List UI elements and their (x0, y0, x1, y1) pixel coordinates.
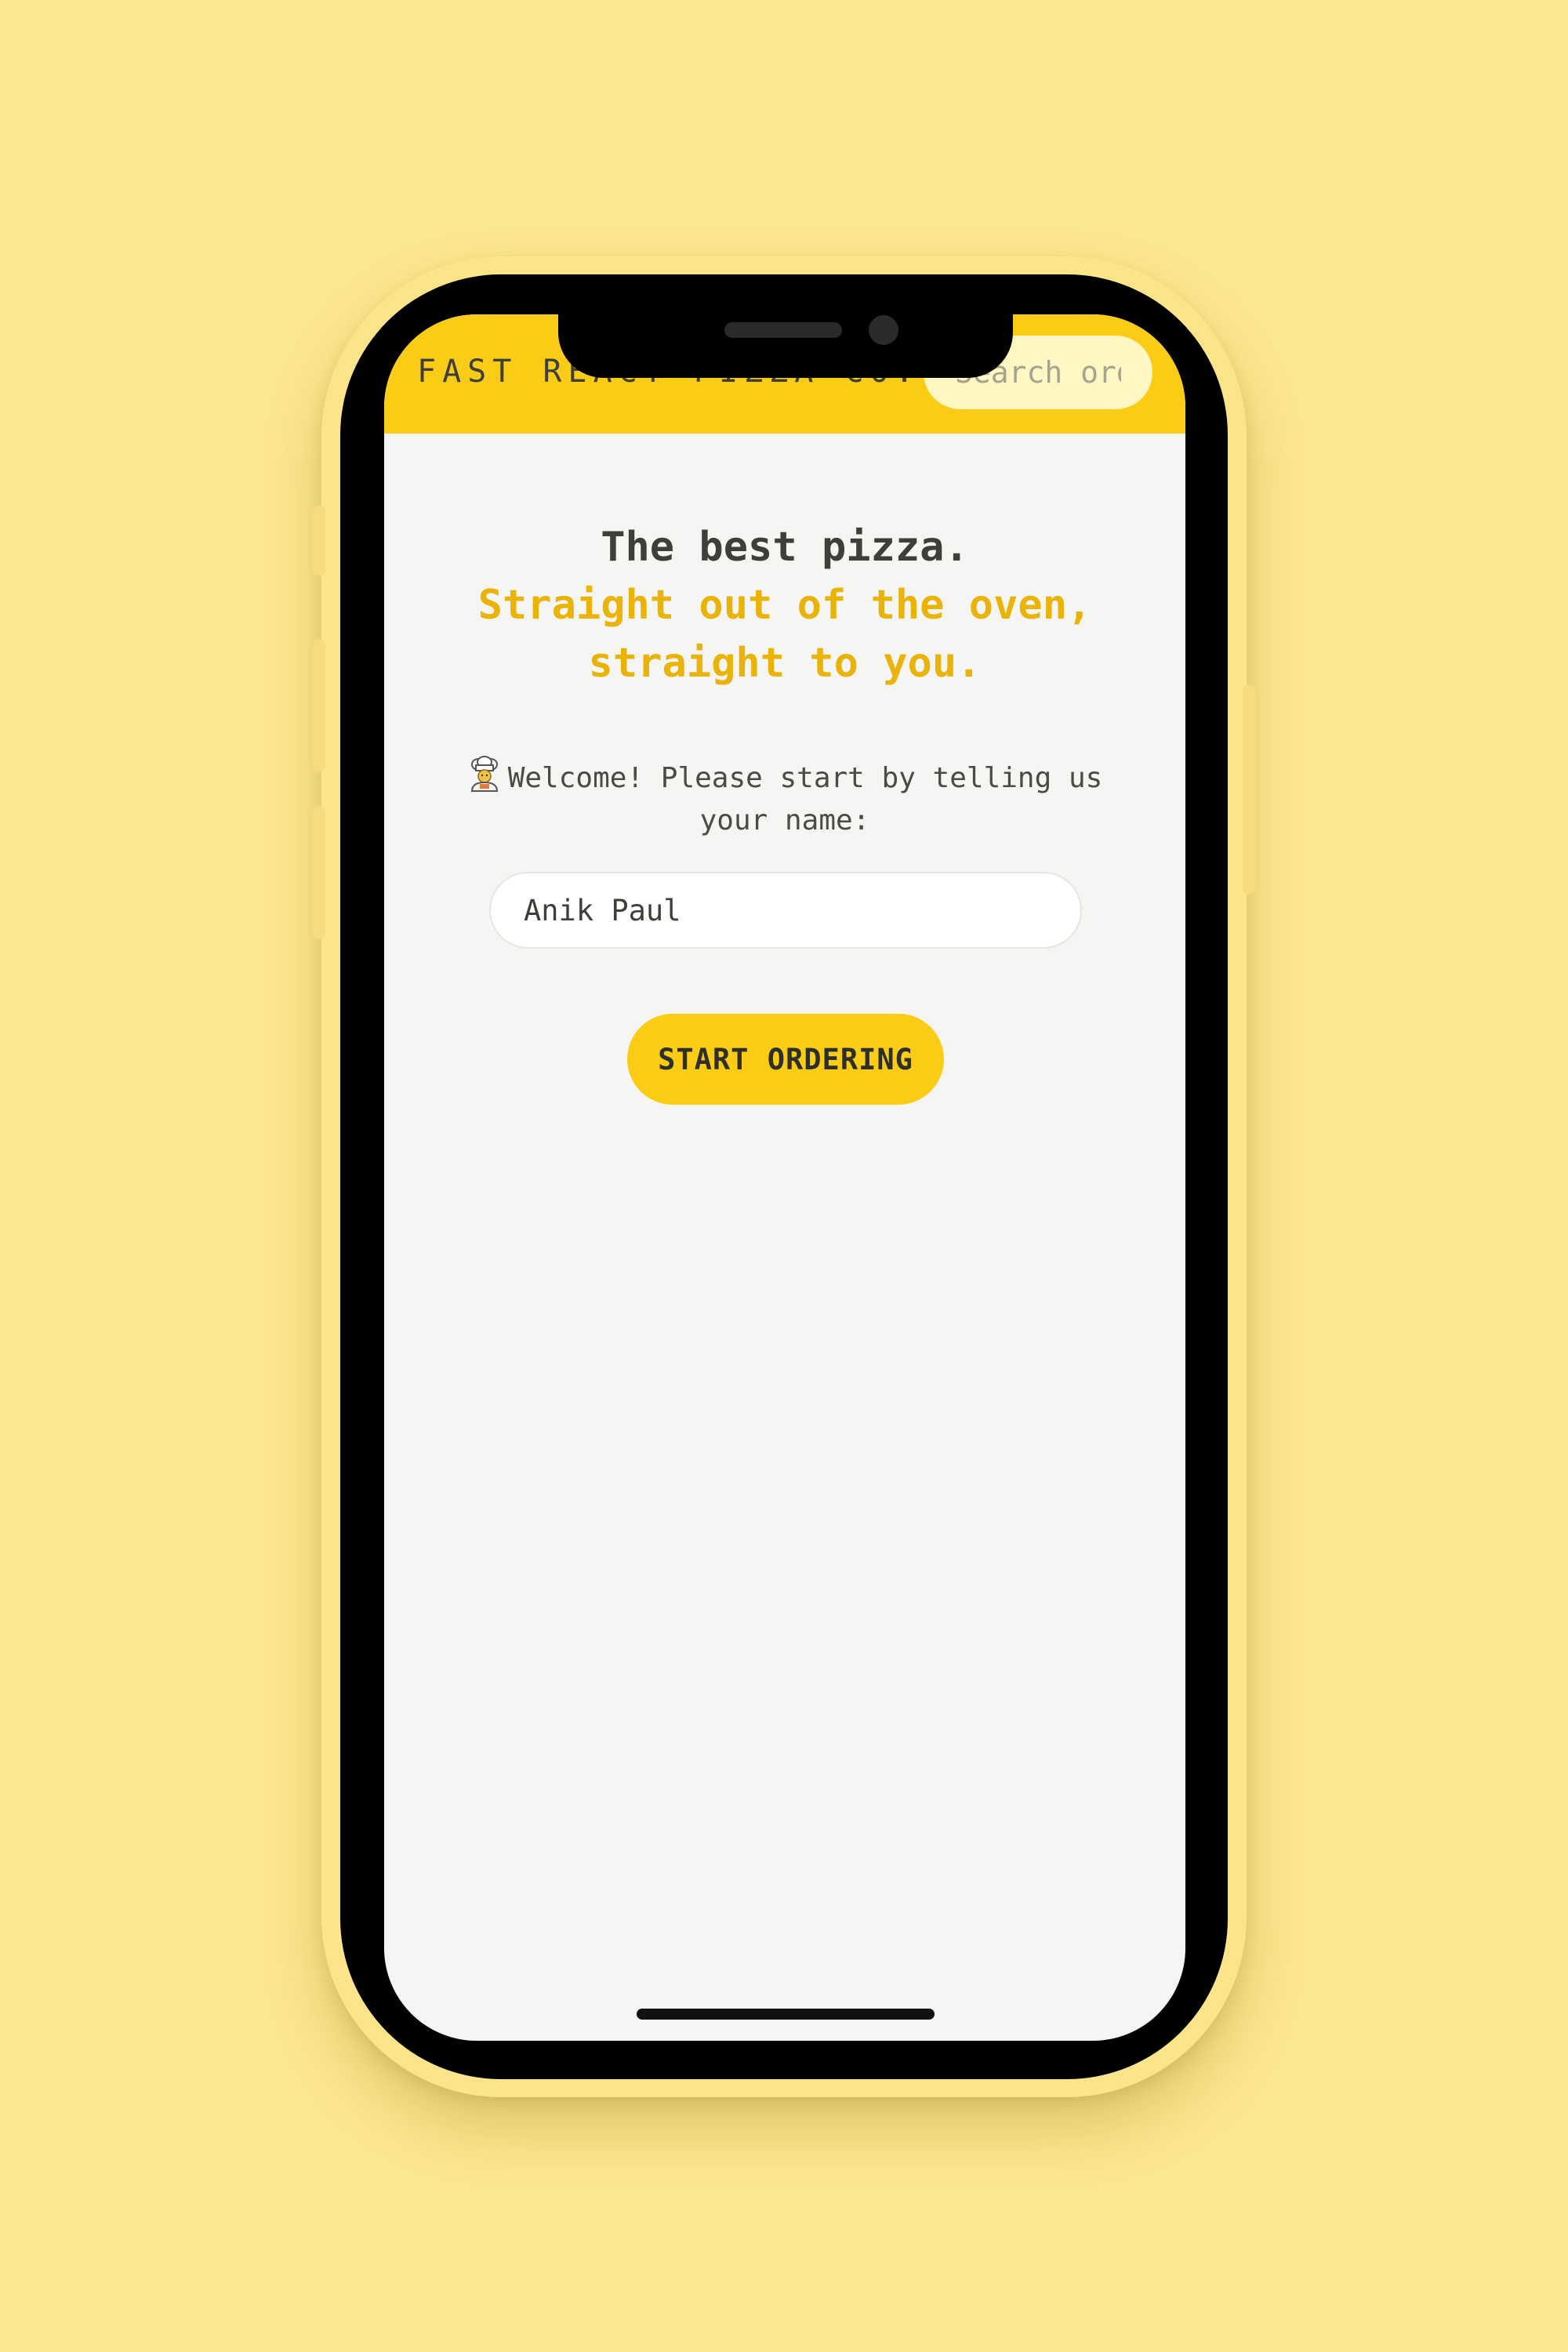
customer-name-input[interactable] (489, 872, 1082, 949)
phone-power-button (1243, 684, 1255, 895)
welcome-message: Welcome! Please start by telling us your… (431, 756, 1138, 842)
hero-heading: The best pizza. Straight out of the oven… (384, 518, 1185, 692)
phone-notch (558, 298, 1013, 378)
start-ordering-button[interactable]: START ORDERING (627, 1014, 944, 1105)
phone-volume-down-button (313, 806, 325, 939)
home-indicator[interactable] (637, 2009, 935, 2020)
phone-screen: FAST REACT PIZZA CO. The best pizza. Str… (384, 314, 1185, 2041)
welcome-text: Welcome! Please start by telling us your… (507, 762, 1103, 837)
phone-camera (869, 315, 898, 345)
phone-mute-switch (313, 506, 325, 576)
phone-speaker (724, 322, 842, 338)
chef-icon (467, 756, 502, 792)
hero-subtitle-line-1: Straight out of the oven, (477, 582, 1092, 629)
phone-volume-up-button (313, 639, 325, 772)
hero-title: The best pizza. (601, 524, 969, 571)
hero-subtitle-line-2: straight to you. (588, 640, 982, 687)
